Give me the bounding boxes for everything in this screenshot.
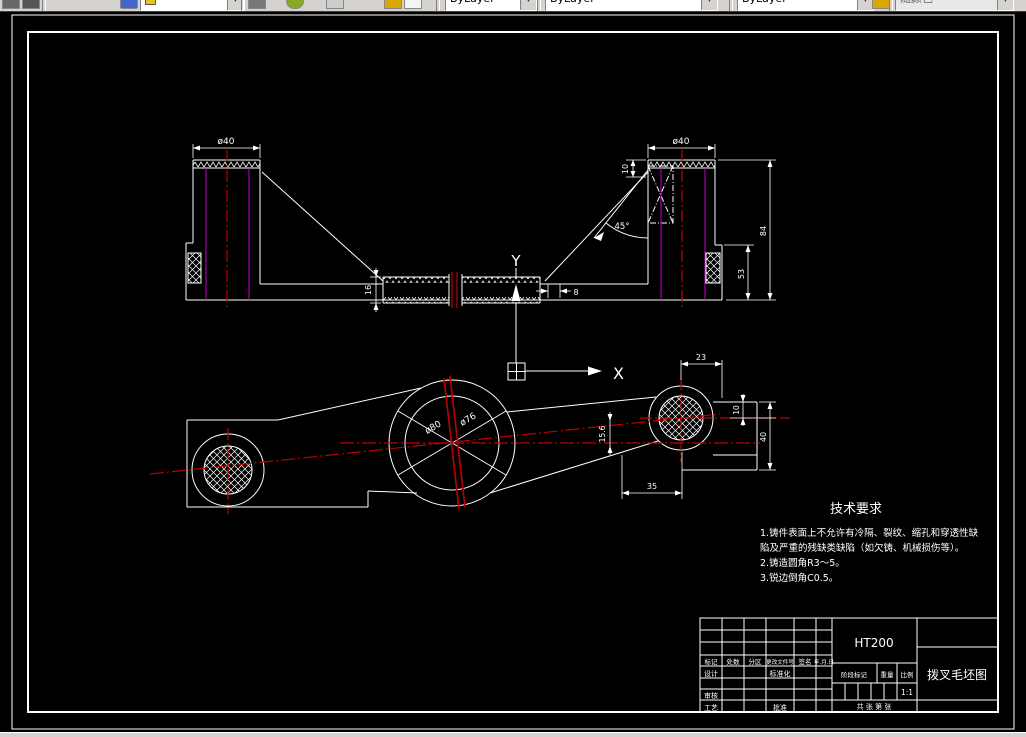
drawing-area: ø40 ø40 10 45° 84 53 16 8 ø80 ø76 23 10 … bbox=[11, 14, 1015, 730]
tech-requirement-line: 2.铸造圆角R3～5。 bbox=[760, 557, 845, 569]
ucs-icon: X Y bbox=[507, 252, 624, 383]
color-swatch-icon[interactable] bbox=[384, 0, 402, 9]
dim-boss-left-dia: ø40 bbox=[218, 137, 235, 147]
dim-offset-10: 10 bbox=[732, 405, 741, 415]
tb-role-approve: 批准 bbox=[773, 703, 787, 712]
tech-requirement-line: 3.锐边倒角C0.5。 bbox=[760, 572, 838, 584]
dim-length-35: 35 bbox=[647, 482, 657, 491]
centerlines-front bbox=[149, 375, 790, 514]
tb-weight-label: 重量 bbox=[881, 671, 895, 679]
top-view bbox=[185, 159, 723, 309]
make-layer-icon[interactable] bbox=[248, 0, 266, 9]
dim-bore-outer: ø80 bbox=[424, 419, 444, 436]
title-block: HT200 拨叉毛坯图 标记 处数 分区 更改文件号 签名 年.月.日 设计 标… bbox=[699, 617, 999, 713]
tb-header-docno: 更改文件号 bbox=[766, 658, 794, 666]
white-swatch-icon[interactable] bbox=[404, 0, 422, 9]
title-block-material: HT200 bbox=[854, 636, 893, 650]
plotstyle-control[interactable]: 随颜色 ▼ bbox=[895, 0, 1014, 11]
tb-header-zone: 分区 bbox=[749, 657, 763, 666]
tb-stage-label: 阶段标记 bbox=[841, 670, 868, 679]
chevron-down-icon[interactable]: ▼ bbox=[701, 0, 717, 10]
tech-requirement-line: 1.铸件表面上不允许有冷隔、裂纹、缩孔和穿透性缺 bbox=[760, 527, 979, 539]
axis-x-label: X bbox=[613, 364, 624, 383]
tb-header-mark: 标记 bbox=[705, 657, 719, 666]
chevron-down-icon[interactable]: ▼ bbox=[520, 0, 536, 10]
tb-role-check: 审核 bbox=[704, 691, 718, 700]
layer-state-icon[interactable] bbox=[120, 0, 138, 9]
chevron-down-icon[interactable]: ▼ bbox=[997, 0, 1013, 10]
layer-prev-icon[interactable] bbox=[286, 0, 304, 9]
dim-height-84: 84 bbox=[759, 226, 768, 236]
dim-gap-15-6: 15.6 bbox=[598, 425, 607, 442]
cad-canvas: ▼ ByLayer ▼ ByLayer ▼ ByLayer ▼ 随颜色 ▼ bbox=[0, 0, 1026, 737]
plotstyle-control-label: 随颜色 bbox=[900, 0, 933, 5]
tb-role-standard: 标准化 bbox=[770, 669, 791, 678]
dim-offset-8: 8 bbox=[573, 288, 578, 297]
tb-sheet-info: 共 张 第 张 bbox=[857, 702, 892, 711]
tb-scale-value: 1:1 bbox=[901, 688, 913, 697]
dim-angle-45: 45° bbox=[614, 222, 629, 232]
print-icon[interactable] bbox=[2, 0, 20, 9]
tb-scale-label: 比例 bbox=[901, 670, 914, 679]
lineweight-control-label: ByLayer bbox=[742, 0, 787, 5]
dim-step-53: 53 bbox=[737, 269, 746, 279]
tb-header-count: 处数 bbox=[727, 657, 741, 666]
dim-pad-10: 10 bbox=[621, 164, 630, 174]
tb-role-process: 工艺 bbox=[704, 704, 718, 712]
tech-requirements-title: 技术要求 bbox=[830, 502, 882, 517]
title-block-drawing-title: 拨叉毛坯图 bbox=[927, 668, 987, 682]
linetype-control[interactable]: ByLayer ▼ bbox=[545, 0, 718, 11]
tech-requirement-line: 陷及严重的残缺类缺陷（如欠铸、机械损伤等）。 bbox=[760, 542, 964, 554]
dim-width-23: 23 bbox=[696, 353, 706, 362]
plot-icon[interactable] bbox=[872, 0, 890, 9]
linetype-control-label: ByLayer bbox=[550, 0, 595, 5]
lineweight-control[interactable]: ByLayer ▼ bbox=[737, 0, 874, 11]
dim-bore-inner: ø76 bbox=[459, 411, 479, 428]
tech-requirements: 技术要求 1.铸件表面上不允许有冷隔、裂纹、缩孔和穿透性缺 陷及严重的残缺类缺陷… bbox=[760, 502, 979, 584]
dim-web-16: 16 bbox=[364, 285, 373, 295]
tb-header-sign: 签名 bbox=[799, 657, 812, 666]
status-strip bbox=[0, 732, 1026, 737]
dim-height-40: 40 bbox=[759, 432, 768, 442]
axis-y-label: Y bbox=[510, 252, 521, 270]
color-control-label: ByLayer bbox=[450, 0, 495, 5]
preview-icon[interactable] bbox=[22, 0, 40, 9]
layer-off-icon[interactable] bbox=[326, 0, 344, 9]
tb-role-design: 设计 bbox=[704, 669, 718, 678]
layer-dropdown[interactable]: ▼ bbox=[140, 0, 244, 11]
color-control[interactable]: ByLayer ▼ bbox=[445, 0, 537, 11]
chevron-down-icon[interactable]: ▼ bbox=[857, 0, 873, 10]
tb-header-date: 年.月.日 bbox=[814, 658, 834, 666]
dim-boss-right-dia: ø40 bbox=[673, 137, 690, 147]
